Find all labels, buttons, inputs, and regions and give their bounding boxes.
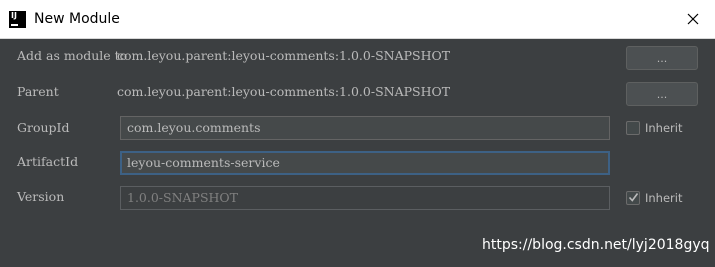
checkmark-icon — [628, 193, 639, 202]
title-bar: IJ New Module — [0, 0, 715, 39]
intellij-idea-icon: IJ — [9, 11, 26, 28]
watermark: https://blog.csdn.net/lyj2018gyq — [482, 237, 710, 253]
version-field[interactable]: 1.0.0-SNAPSHOT — [120, 186, 610, 210]
window-title: New Module — [34, 11, 120, 27]
group-id-label: GroupId — [17, 120, 70, 135]
close-button[interactable] — [678, 5, 708, 33]
version-label: Version — [17, 189, 65, 204]
version-inherit-label: Inherit — [645, 191, 683, 205]
parent-label: Parent — [17, 84, 59, 99]
group-id-inherit-checkbox[interactable] — [626, 121, 640, 135]
add-as-module-browse-button[interactable]: ... — [626, 46, 698, 70]
close-icon — [687, 13, 699, 25]
parent-browse-button[interactable]: ... — [626, 82, 698, 106]
version-inherit-checkbox[interactable] — [626, 191, 640, 205]
group-id-inherit-label: Inherit — [645, 121, 683, 135]
artifact-id-field[interactable]: leyou-comments-service — [120, 151, 610, 175]
artifact-id-label: ArtifactId — [17, 154, 79, 169]
parent-value: com.leyou.parent:leyou-comments:1.0.0-SN… — [117, 84, 451, 99]
add-as-module-value: com.leyou.parent:leyou-comments:1.0.0-SN… — [117, 48, 451, 63]
group-id-field[interactable]: com.leyou.comments — [120, 116, 610, 140]
add-as-module-label: Add as module to — [17, 48, 128, 63]
